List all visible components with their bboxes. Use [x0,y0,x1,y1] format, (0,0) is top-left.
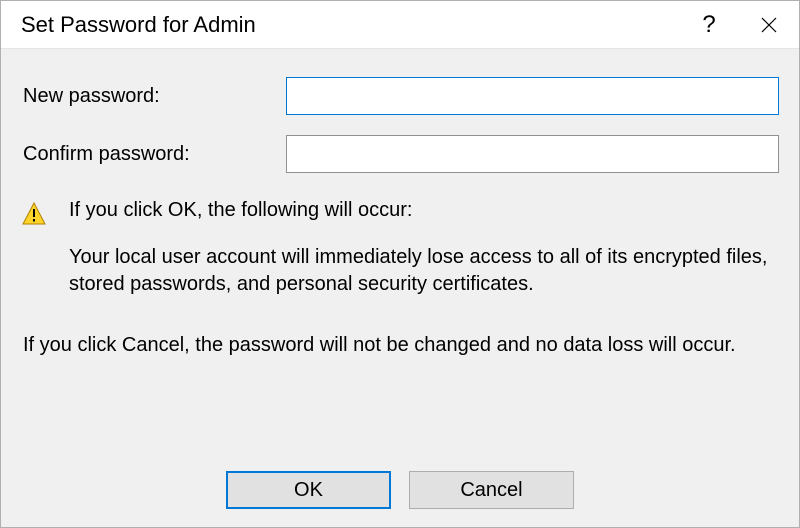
confirm-password-input[interactable] [286,135,779,173]
warning-body: Your local user account will immediately… [69,244,771,298]
button-row: OK Cancel [21,453,779,527]
titlebar-controls: ? [679,1,799,48]
cancel-button[interactable]: Cancel [409,471,574,509]
warning-block: If you click OK, the following will occu… [21,199,779,298]
ok-button[interactable]: OK [226,471,391,509]
titlebar: Set Password for Admin ? [1,1,799,49]
new-password-label: New password: [21,85,286,108]
new-password-input[interactable] [286,77,779,115]
confirm-password-row: Confirm password: [21,135,779,173]
cancel-note: If you click Cancel, the password will n… [21,332,779,359]
dialog-content: New password: Confirm password: If you c… [1,49,799,527]
warning-icon [21,199,51,298]
close-button[interactable] [739,1,799,48]
confirm-password-label: Confirm password: [21,143,286,166]
help-button[interactable]: ? [679,1,739,48]
window-title: Set Password for Admin [21,12,679,38]
warning-heading: If you click OK, the following will occu… [69,199,771,222]
help-icon: ? [702,11,715,39]
new-password-row: New password: [21,77,779,115]
warning-text: If you click OK, the following will occu… [51,199,779,298]
close-icon [760,16,778,34]
set-password-dialog: Set Password for Admin ? New password: C… [0,0,800,528]
